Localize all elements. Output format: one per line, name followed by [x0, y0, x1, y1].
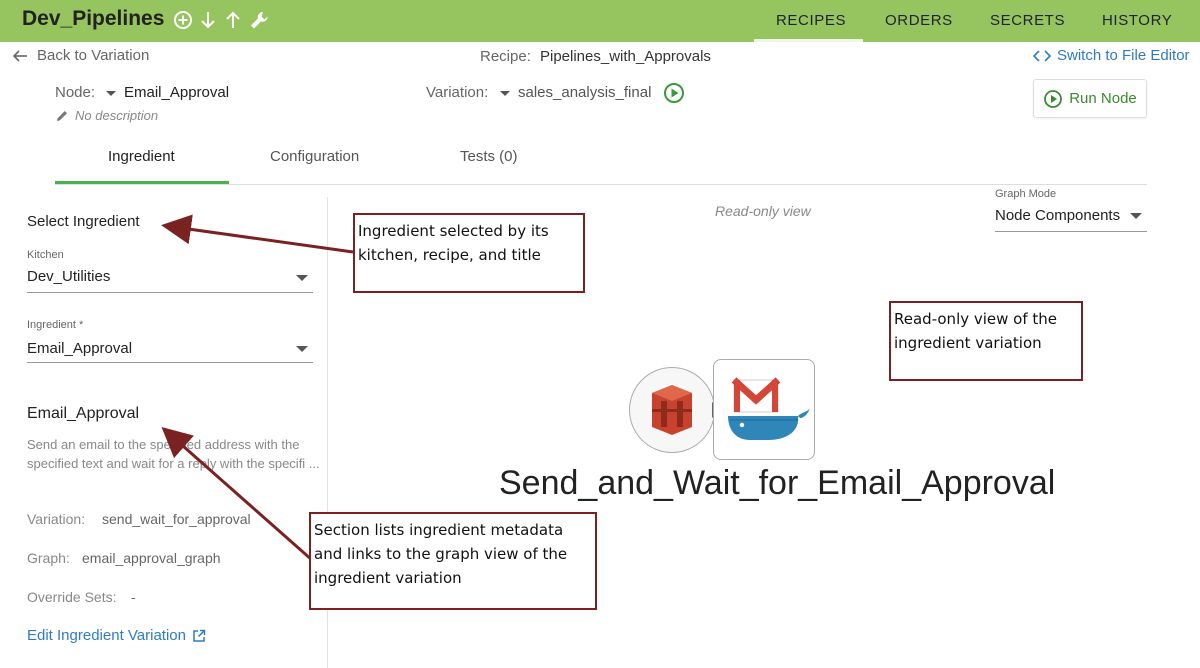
annotation-line: and links to the graph view of the: [314, 545, 568, 563]
annotation-line: kitchen, recipe, and title: [358, 246, 541, 264]
annotation-metadata-section: Section lists ingredient metadata and li…: [309, 512, 597, 610]
annotation-read-only-view: Read-only view of the ingredient variati…: [889, 301, 1083, 381]
annotation-line: Read-only view of the: [894, 310, 1058, 328]
annotation-line: Section lists ingredient metadata: [314, 521, 564, 539]
annotation-ingredient-selection: Ingredient selected by its kitchen, reci…: [353, 213, 585, 293]
annotation-arrow-2: [161, 427, 313, 562]
annotation-line: ingredient variation: [894, 334, 1042, 352]
annotation-line: ingredient variation: [314, 569, 462, 587]
annotation-arrow-1: [161, 214, 354, 254]
annotation-line: Ingredient selected by its: [358, 222, 549, 240]
